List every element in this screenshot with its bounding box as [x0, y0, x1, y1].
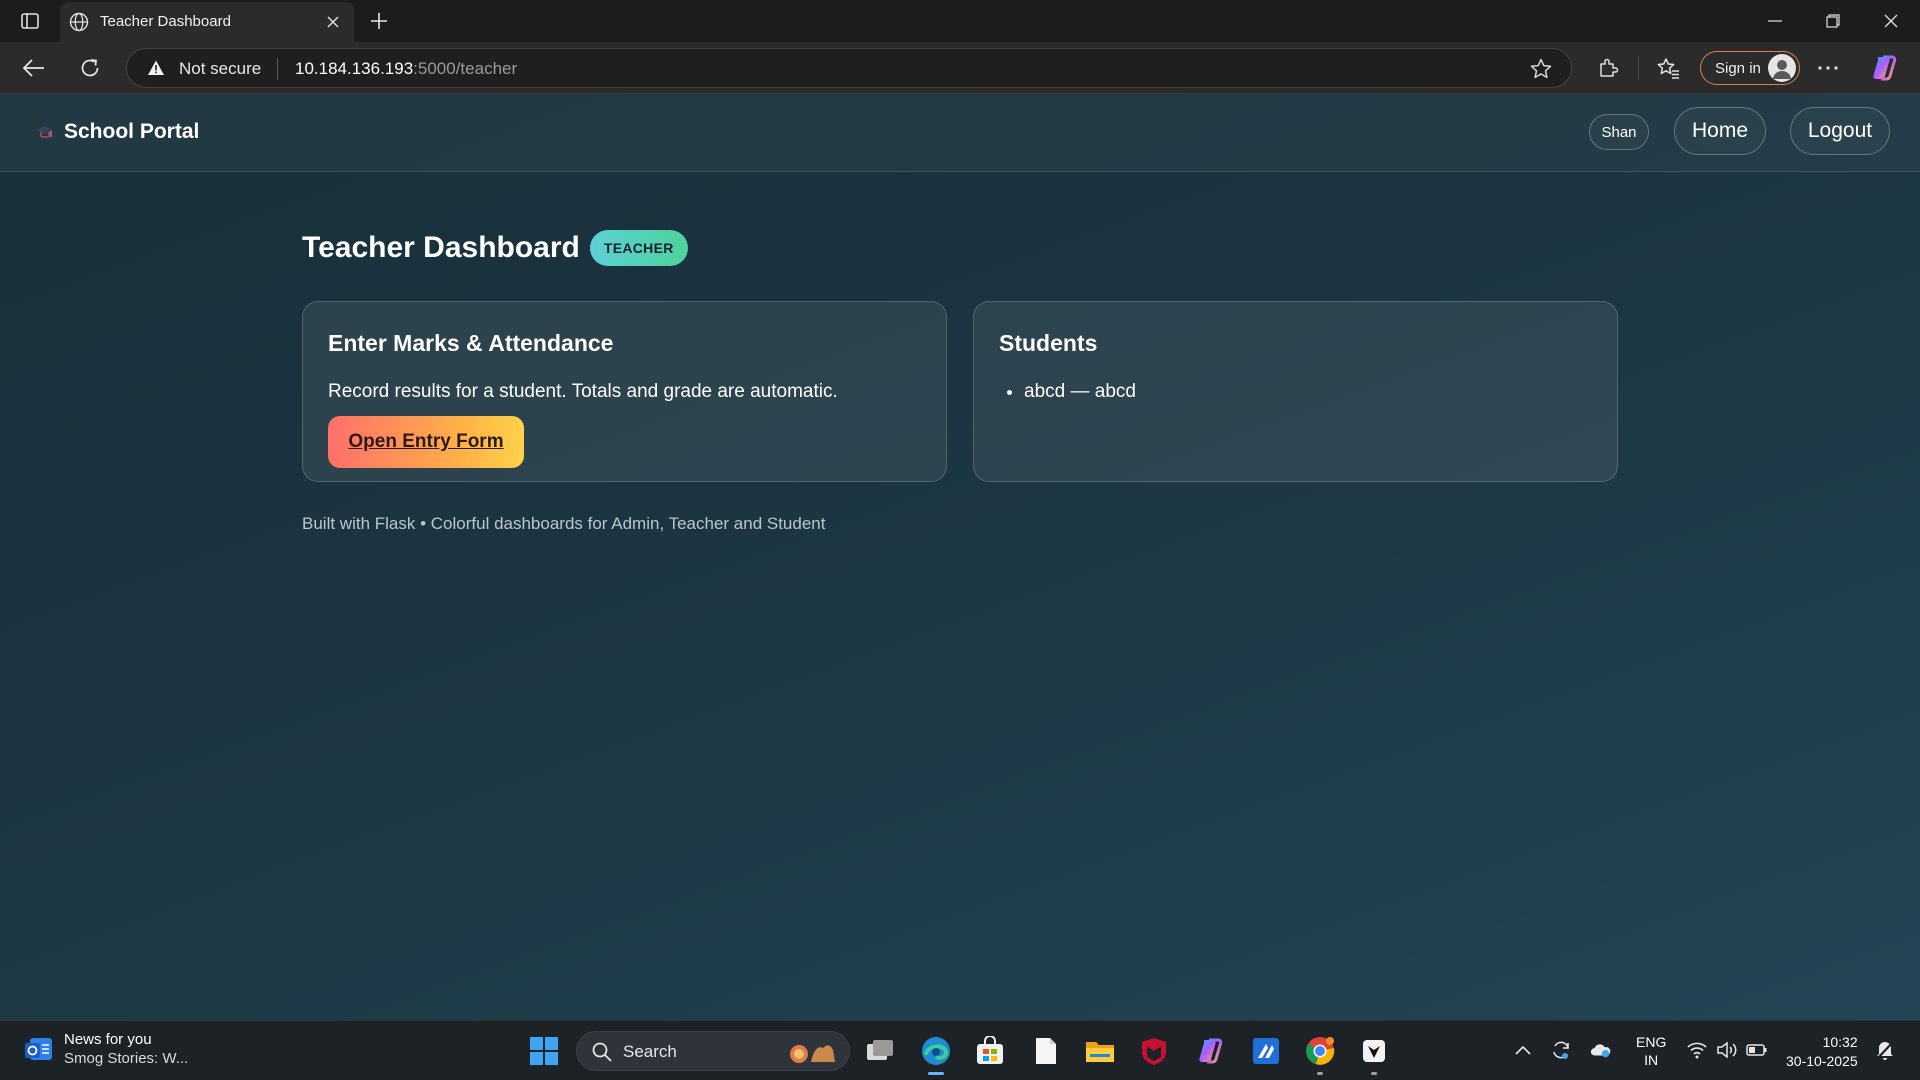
clock-time: 10:32 — [1822, 1034, 1858, 1050]
notepad-icon[interactable] — [1028, 1033, 1064, 1069]
battery-icon[interactable] — [1746, 1039, 1768, 1061]
clock-date: 30-10-2025 — [1786, 1053, 1858, 1069]
clock[interactable]: 10:32 30-10-2025 — [1786, 1033, 1858, 1071]
notifications-bell-icon[interactable] — [1874, 1039, 1896, 1061]
mcafee-icon[interactable] — [1136, 1033, 1172, 1069]
microsoft-store-icon[interactable] — [972, 1033, 1008, 1069]
edge-browser-icon[interactable] — [918, 1033, 954, 1075]
volume-icon[interactable] — [1716, 1039, 1738, 1061]
news-text: News for you Smog Stories: W... — [64, 1031, 188, 1067]
more-options-icon[interactable] — [1814, 54, 1842, 82]
terminal-app-icon[interactable] — [1356, 1033, 1392, 1075]
sign-in-button[interactable]: Sign in — [1700, 51, 1800, 85]
role-badge: TEACHER — [589, 230, 688, 266]
news-widget[interactable]: News for you Smog Stories: W... — [24, 1031, 188, 1067]
chevron-up-icon[interactable] — [1512, 1039, 1534, 1061]
page-content: School Portal Shan Home Logout Teacher D… — [0, 94, 1920, 1020]
browser-tab-bar: Teacher Dashboard — [0, 0, 1920, 42]
language-code: ENG — [1636, 1034, 1667, 1050]
chrome-icon[interactable] — [1302, 1033, 1338, 1075]
browser-toolbar: Not secure 10.184.136.193:5000/teacher S… — [0, 42, 1920, 94]
copilot-app-icon[interactable] — [1192, 1033, 1228, 1069]
back-arrow-icon[interactable] — [20, 54, 48, 82]
search-icon — [592, 1042, 612, 1062]
logout-button[interactable]: Logout — [1790, 107, 1890, 155]
entry-card-title: Enter Marks & Attendance — [328, 330, 614, 356]
address-bar[interactable]: Not secure 10.184.136.193:5000/teacher — [126, 48, 1572, 88]
extensions-icon[interactable] — [1594, 54, 1622, 82]
favorites-icon[interactable] — [1654, 54, 1682, 82]
list-item: abcd — abcd — [1024, 381, 1136, 403]
news-icon — [25, 1038, 52, 1060]
entry-card: Enter Marks & Attendance Record results … — [302, 301, 947, 482]
running-indicator — [1317, 1072, 1323, 1075]
address-separator — [277, 58, 278, 80]
home-button[interactable]: Home — [1674, 107, 1766, 155]
refresh-icon[interactable] — [76, 54, 104, 82]
taskbar-search[interactable]: Search — [576, 1031, 850, 1071]
tab-title: Teacher Dashboard — [100, 13, 231, 30]
search-highlight-icon — [790, 1045, 835, 1063]
wifi-icon[interactable] — [1686, 1039, 1708, 1061]
onedrive-icon[interactable] — [1590, 1039, 1612, 1061]
sync-icon[interactable] — [1550, 1039, 1572, 1061]
toolbar-divider — [1638, 56, 1639, 80]
page-heading: Teacher Dashboard TEACHER — [302, 230, 688, 266]
windows-taskbar: News for you Smog Stories: W... Search E… — [0, 1020, 1920, 1080]
minimize-icon[interactable] — [1752, 6, 1798, 36]
tab-actions-icon[interactable] — [18, 10, 42, 32]
open-entry-form-label: Open Entry Form — [348, 431, 504, 452]
entry-card-description: Record results for a student. Totals and… — [328, 381, 838, 402]
new-tab-icon[interactable] — [366, 8, 392, 34]
url-host: 10.184.136.193 — [295, 59, 414, 78]
copilot-icon[interactable] — [1870, 54, 1898, 82]
brand[interactable]: School Portal — [34, 120, 199, 144]
active-indicator — [928, 1072, 944, 1075]
restore-icon[interactable] — [1810, 6, 1856, 36]
task-view-icon[interactable] — [862, 1033, 898, 1069]
user-chip[interactable]: Shan — [1589, 114, 1649, 150]
news-title: News for you — [64, 1031, 152, 1048]
not-secure-label[interactable]: Not secure — [179, 59, 261, 79]
footer-text: Built with Flask • Colorful dashboards f… — [302, 514, 826, 533]
language-indicator[interactable]: ENG IN — [1636, 1033, 1666, 1069]
brand-name: School Portal — [64, 120, 200, 143]
region-code: IN — [1644, 1052, 1659, 1068]
globe-icon — [68, 11, 90, 33]
students-card: Students abcd — abcd — [973, 301, 1618, 482]
news-subtitle: Smog Stories: W... — [64, 1050, 189, 1067]
warning-icon[interactable] — [147, 59, 165, 77]
sign-in-label: Sign in — [1715, 60, 1761, 77]
close-tab-icon[interactable] — [322, 11, 344, 33]
file-explorer-icon[interactable] — [1082, 1033, 1118, 1069]
students-list: abcd — abcd — [1024, 381, 1136, 403]
windows-start-icon[interactable] — [526, 1033, 562, 1069]
remote-app-icon[interactable] — [1248, 1033, 1284, 1069]
running-indicator — [1371, 1072, 1377, 1075]
url-text[interactable]: 10.184.136.193:5000/teacher — [295, 59, 517, 79]
profile-avatar-icon — [1768, 54, 1796, 82]
search-label: Search — [623, 1042, 677, 1061]
tab-teacher-dashboard[interactable]: Teacher Dashboard — [60, 2, 354, 42]
favorite-star-icon[interactable] — [1529, 57, 1553, 81]
open-entry-form-button[interactable]: Open Entry Form — [328, 416, 524, 468]
site-navbar: School Portal Shan Home Logout — [0, 94, 1920, 172]
url-path: :5000/teacher — [413, 59, 518, 78]
page-title: Teacher Dashboard — [302, 231, 580, 264]
close-window-icon[interactable] — [1868, 6, 1914, 36]
students-card-title: Students — [999, 330, 1098, 356]
graduation-cap-icon — [34, 121, 56, 143]
